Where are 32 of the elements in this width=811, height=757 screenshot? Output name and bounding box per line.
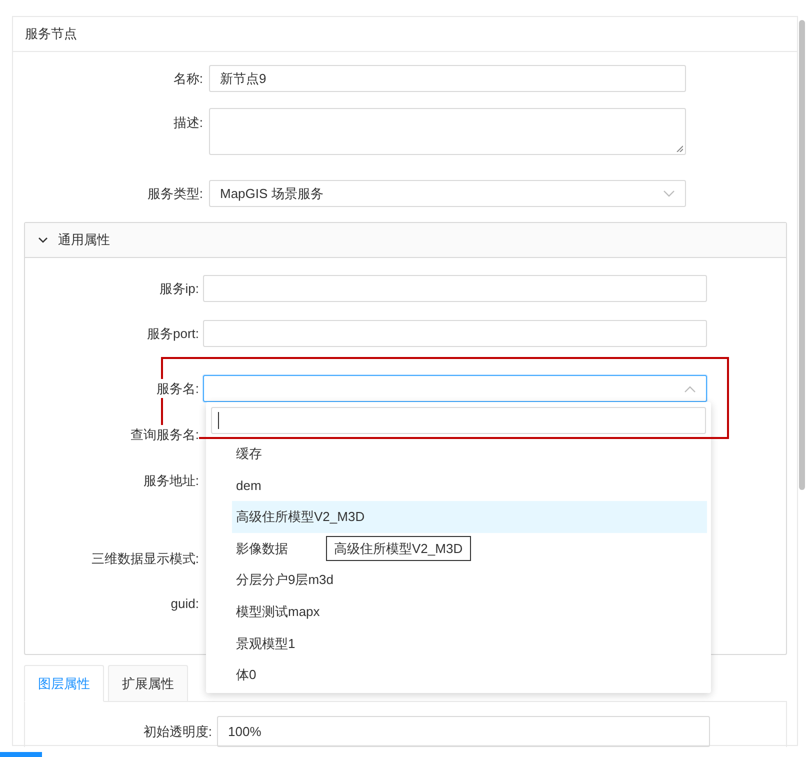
input-field[interactable]: 新节点9: [209, 65, 686, 92]
field-label: 名称:: [172, 70, 204, 88]
primary-button[interactable]: [0, 752, 42, 757]
dropdown-option[interactable]: 影像数据: [232, 532, 292, 564]
dropdown-option[interactable]: 模型测试mapx: [232, 596, 324, 628]
tooltip: 高级住所模型V2_M3D: [326, 536, 471, 561]
dropdown-option[interactable]: 分层分户9层m3d: [232, 564, 338, 596]
dropdown-option[interactable]: 高级住所模型V2_M3D: [232, 501, 707, 533]
search-field[interactable]: [211, 407, 706, 434]
input-field[interactable]: 100%: [217, 716, 710, 747]
resize-handle-icon: [676, 145, 683, 152]
field-label: 描述:: [172, 114, 204, 132]
collapse-header[interactable]: 通用属性: [25, 223, 786, 258]
field-label: 初始透明度:: [142, 722, 213, 741]
dropdown-option[interactable]: 缓存: [232, 438, 266, 470]
field-label: 服务类型:: [146, 185, 204, 203]
chevron-down-icon: [38, 236, 48, 244]
dropdown-option[interactable]: 景观模型1: [232, 628, 300, 660]
chevron-up-icon: [684, 384, 696, 392]
input-field[interactable]: [203, 320, 707, 347]
input-field[interactable]: [203, 275, 707, 302]
panel-title: 服务节点: [25, 25, 77, 44]
chevron-down-icon: [663, 190, 675, 198]
tab[interactable]: 扩展属性: [108, 665, 188, 702]
select-field[interactable]: MapGIS 场景服务: [209, 180, 686, 207]
dropdown-option[interactable]: dem: [232, 470, 266, 502]
field-label: 服务名:: [156, 378, 199, 398]
text-cursor: [218, 412, 219, 429]
scrollbar-thumb[interactable]: [799, 20, 805, 490]
select-field[interactable]: [203, 375, 707, 402]
text-area[interactable]: [209, 108, 686, 155]
dropdown-option[interactable]: 体0: [232, 659, 260, 691]
